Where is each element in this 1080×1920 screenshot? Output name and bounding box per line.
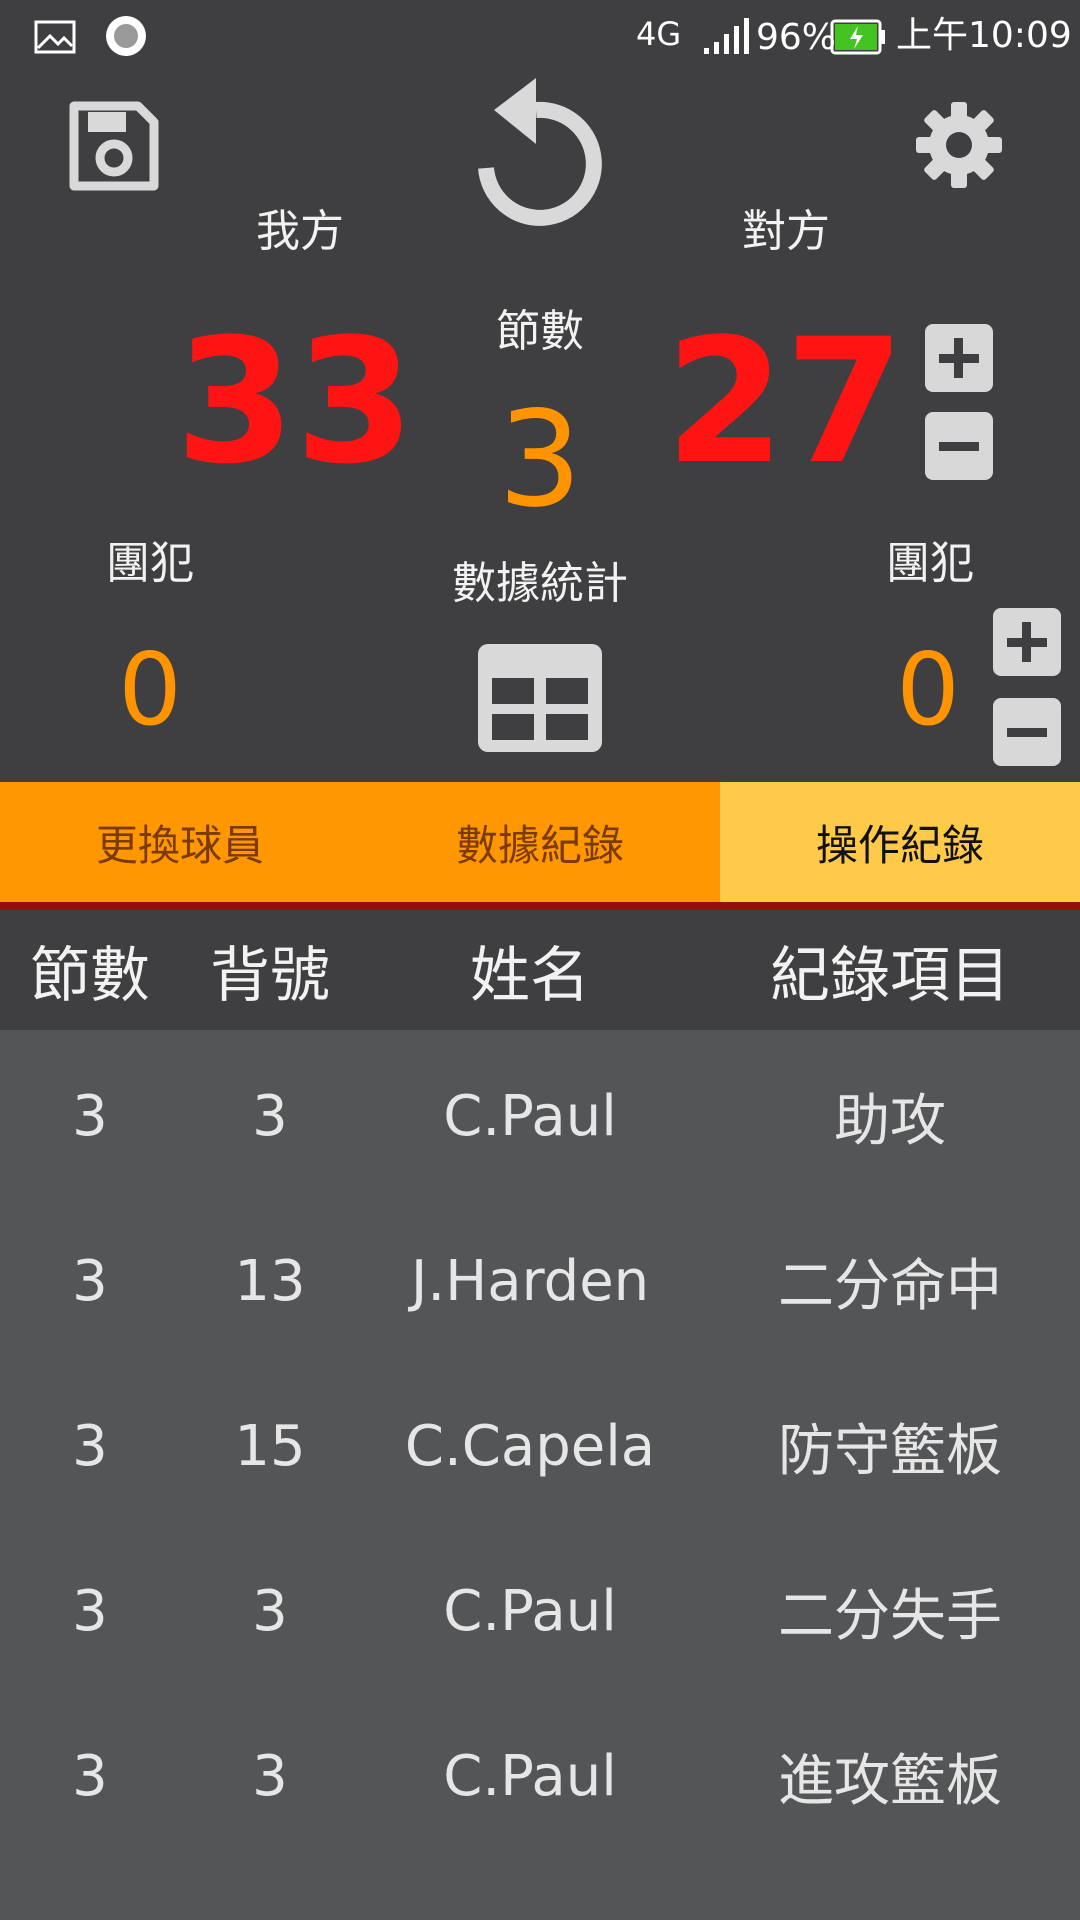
cell-name: J.Harden [410, 1249, 650, 1314]
period-label: 節數 [496, 306, 584, 357]
cell-item: 進攻籃板 [778, 1749, 1002, 1814]
cell-period: 3 [72, 1084, 108, 1149]
away-fouls-value: 0 [896, 631, 960, 748]
away-score-plus-button[interactable] [925, 324, 993, 392]
cell-item: 二分命中 [778, 1254, 1002, 1319]
cell-number: 3 [252, 1579, 288, 1644]
home-score: 33 [175, 301, 415, 502]
cell-item: 二分失手 [778, 1584, 1002, 1649]
away-score-minus-button[interactable] [925, 412, 993, 480]
away-score: 27 [665, 301, 905, 502]
gallery-icon [34, 20, 76, 58]
battery-percent: 96% [756, 17, 837, 58]
cell-name: C.Paul [443, 1744, 617, 1809]
cell-period: 3 [72, 1249, 108, 1314]
network-type: 4G [636, 15, 682, 53]
header-period: 節數 [30, 940, 150, 1011]
cell-item: 助攻 [834, 1089, 946, 1154]
signal-icon [702, 18, 750, 60]
cell-number: 3 [252, 1084, 288, 1149]
gear-icon[interactable] [914, 100, 1004, 194]
table-row[interactable]: 3 3 C.Paul 二分失手 [0, 1529, 1080, 1694]
table-row[interactable]: 3 13 J.Harden 二分命中 [0, 1199, 1080, 1364]
tab-bar: 更換球員 數據紀錄 操作紀錄 [0, 782, 1080, 902]
table-row[interactable]: 3 3 C.Paul 進攻籃板 [0, 1694, 1080, 1859]
cell-name: C.Paul [443, 1579, 617, 1644]
away-team-label: 對方 [742, 206, 830, 257]
tab-operation-log[interactable]: 操作紀錄 [720, 782, 1080, 902]
home-fouls-label: 團犯 [106, 538, 194, 589]
tab-change-player[interactable]: 更換球員 [0, 782, 360, 902]
cell-period: 3 [72, 1414, 108, 1479]
cell-item: 防守籃板 [778, 1419, 1002, 1484]
cell-number: 13 [234, 1249, 306, 1314]
record-icon [104, 14, 148, 62]
cell-period: 3 [72, 1579, 108, 1644]
table-header: 節數 背號 姓名 紀錄項目 [0, 910, 1080, 1030]
save-icon[interactable] [68, 100, 160, 196]
home-fouls-value: 0 [118, 631, 182, 748]
away-fouls-plus-button[interactable] [993, 608, 1061, 676]
table-row[interactable]: 3 15 C.Capela 防守籃板 [0, 1364, 1080, 1529]
home-team-label: 我方 [256, 206, 344, 257]
tab-data-record[interactable]: 數據紀錄 [360, 782, 720, 902]
cell-name: C.Paul [443, 1084, 617, 1149]
period-value: 3 [498, 383, 582, 537]
cell-name: C.Capela [404, 1414, 656, 1479]
cell-number: 15 [234, 1414, 306, 1479]
header-record-item: 紀錄項目 [770, 940, 1010, 1011]
cell-period: 3 [72, 1744, 108, 1809]
away-fouls-label: 團犯 [886, 538, 974, 589]
header-number: 背號 [210, 940, 330, 1011]
tab-underline [0, 902, 1080, 910]
away-fouls-minus-button[interactable] [993, 698, 1061, 766]
header-name: 姓名 [470, 940, 590, 1011]
cell-number: 3 [252, 1744, 288, 1809]
clock: 上午10:09 [896, 15, 1072, 56]
undo-icon[interactable] [474, 76, 608, 240]
table-row[interactable]: 3 3 C.Paul 助攻 [0, 1034, 1080, 1199]
stats-label: 數據統計 [452, 558, 628, 609]
stats-table-icon[interactable] [478, 644, 602, 756]
battery-icon [830, 18, 886, 60]
